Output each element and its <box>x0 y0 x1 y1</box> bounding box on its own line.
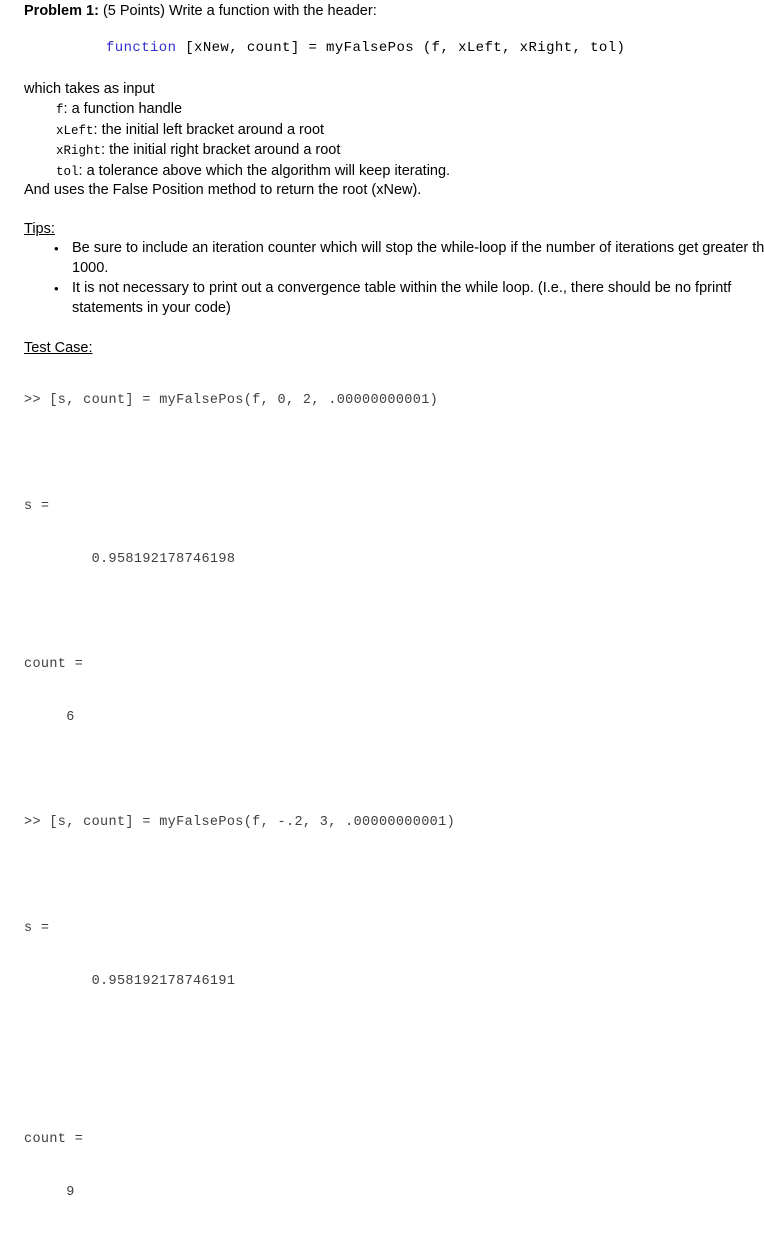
parameter-description: : the initial right bracket around a roo… <box>101 142 341 158</box>
console-line: s = <box>24 498 50 514</box>
parameter-name: tol <box>56 164 79 179</box>
parameter-item: xRight: the initial right bracket around… <box>56 140 450 161</box>
parameter-name: xRight <box>56 144 102 158</box>
parameter-name: xLeft <box>56 123 94 138</box>
parameter-item: xLeft: the initial left bracket around a… <box>56 120 450 141</box>
method-summary: And uses the False Position method to re… <box>24 182 422 198</box>
page-title: Problem 1: (5 Points) Write a function w… <box>24 2 377 21</box>
console-line-blank <box>24 867 744 885</box>
parameter-description: : a function handle <box>63 101 183 117</box>
console-line-blank <box>24 762 744 780</box>
problem-description: (5 Points) Write a function with the hea… <box>98 3 377 19</box>
problem-label: Problem 1: <box>24 3 99 19</box>
tips-list: • Be sure to include an iteration counte… <box>44 239 764 319</box>
console-line-blank <box>24 603 744 621</box>
function-signature-code: function [xNew, count] = myFalsePos (f, … <box>106 40 625 56</box>
console-line: 0.958192178746198 <box>24 551 236 567</box>
bullet-icon: • <box>54 281 59 296</box>
console-line: s = <box>24 921 50 936</box>
console-line: 9 <box>24 1184 75 1200</box>
console-line: count = <box>24 1132 84 1148</box>
takes-input-label: which takes as input <box>24 81 155 97</box>
console-line-blank <box>24 445 744 463</box>
console-line: 6 <box>24 709 75 725</box>
list-item: • Be sure to include an iteration counte… <box>54 239 764 278</box>
list-item-text: Be sure to include an iteration counter … <box>72 240 764 276</box>
parameter-item: tol: a tolerance above which the algorit… <box>56 161 450 182</box>
bullet-icon: • <box>54 241 59 256</box>
console-line-blank <box>24 1078 744 1096</box>
test-case-heading: Test Case: <box>24 340 93 356</box>
console-line: >> [s, count] = myFalsePos(f, 0, 2, .000… <box>24 393 439 409</box>
console-output: >> [s, count] = myFalsePos(f, 0, 2, .000… <box>24 357 744 1237</box>
list-item: • It is not necessary to print out a con… <box>54 279 764 318</box>
list-item-text: It is not necessary to print out a conve… <box>72 280 732 316</box>
function-keyword: function <box>106 40 177 56</box>
tips-heading: Tips: <box>24 221 55 237</box>
parameter-item: f: a function handle <box>56 99 450 120</box>
console-line: count = <box>24 657 84 673</box>
parameter-description: : a tolerance above which the algorithm … <box>78 162 451 179</box>
parameter-description: : the initial left bracket around a root <box>93 121 325 138</box>
console-line: 0.958192178746191 <box>24 973 236 989</box>
console-line-blank <box>24 1026 744 1044</box>
parameter-list: f: a function handle xLeft: the initial … <box>56 99 450 181</box>
console-line: >> [s, count] = myFalsePos(f, -.2, 3, .0… <box>24 815 456 831</box>
function-signature-text: [xNew, count] = myFalsePos (f, xLeft, xR… <box>176 40 626 56</box>
assignment-page: Problem 1: (5 Points) Write a function w… <box>0 0 764 1200</box>
parameter-name: f <box>56 103 64 117</box>
